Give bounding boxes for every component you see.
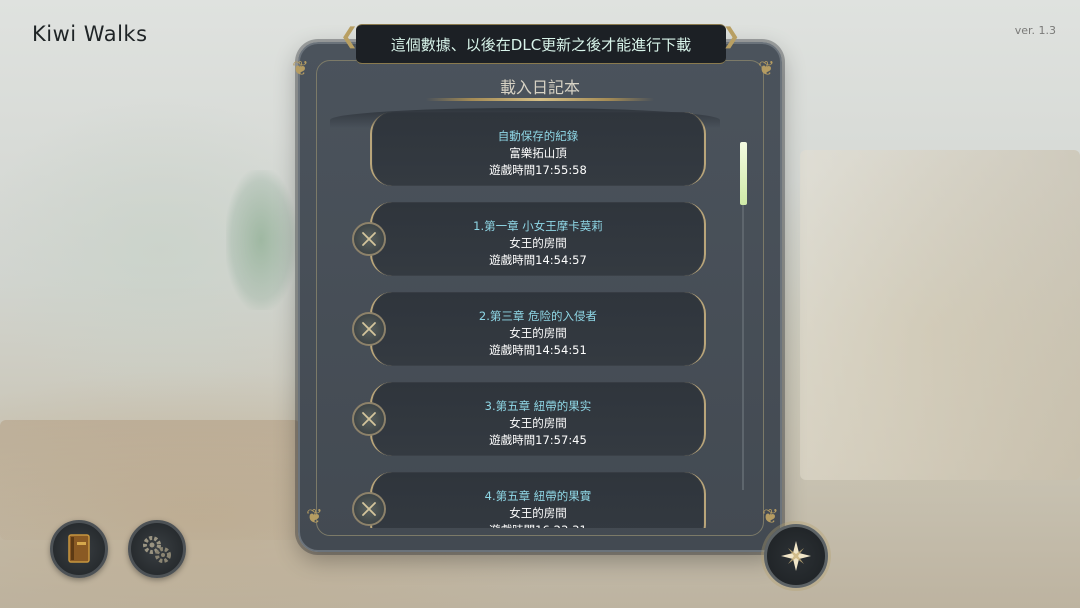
save-chapter: 2.第三章 危险的入侵者 — [478, 309, 598, 323]
save-playtime: 遊戲時間16:23:31 — [372, 522, 704, 528]
corner-ornament-icon: ❦ — [292, 56, 309, 80]
cross-icon — [362, 232, 376, 246]
save-slot[interactable]: 3.第五章 紐帶的果实 女王的房間遊戲時間17:57:45 — [370, 382, 706, 456]
save-location: 女王的房間 — [509, 506, 567, 520]
save-location: 女王的房間 — [509, 326, 567, 340]
scrollbar-thumb[interactable] — [740, 142, 747, 205]
save-slot[interactable]: 2.第三章 危险的入侵者 女王的房間遊戲時間14:54:51 — [370, 292, 706, 366]
banner-ornament-icon: ❮ — [340, 24, 359, 49]
save-playtime: 遊戲時間14:54:57 — [489, 253, 587, 267]
delete-save-button[interactable] — [352, 312, 386, 346]
game-logo: Kiwi Walks — [32, 22, 148, 46]
book-icon — [68, 534, 90, 563]
save-playtime: 遊戲時間17:57:45 — [489, 433, 587, 447]
delete-save-button[interactable] — [352, 402, 386, 436]
gears-icon — [143, 536, 171, 563]
save-chapter: 4.第五章 紐帶的果實 — [484, 489, 592, 503]
save-chapter: 1.第一章 小女王摩卡莫莉 — [473, 219, 603, 233]
cross-icon — [362, 322, 376, 336]
save-playtime: 遊戲時間17:55:58 — [489, 163, 587, 177]
delete-save-button[interactable] — [352, 222, 386, 256]
corner-ornament-icon: ❦ — [758, 56, 775, 80]
panel-title: 載入日記本 — [499, 78, 580, 97]
save-chapter: 自動保存的紀錄 — [497, 129, 579, 143]
save-location: 女王的房間 — [509, 416, 567, 430]
save-chapter: 3.第五章 紐帶的果实 — [484, 399, 592, 413]
notice-text: 這個數據、以後在DLC更新之後才能進行下載 — [390, 36, 692, 54]
background-crystal — [226, 170, 296, 310]
save-slot[interactable]: 4.第五章 紐帶的果實女王的房間遊戲時間16:23:31 — [370, 472, 706, 528]
save-location: 女王的房間 — [509, 236, 567, 250]
save-playtime: 遊戲時間14:54:51 — [489, 343, 587, 357]
version-label: ver. 1.3 — [1014, 24, 1056, 37]
background-cliff — [800, 150, 1080, 480]
dlc-notice-banner: 這個數據、以後在DLC更新之後才能進行下載 — [356, 24, 726, 64]
save-list[interactable]: 自動保存的紀錄 富樂拓山頂遊戲時間17:55:58 1.第一章 小女王摩卡莫莉 女王的… — [330, 108, 730, 528]
delete-save-button[interactable] — [352, 492, 386, 526]
cross-icon — [362, 502, 376, 516]
close-button[interactable] — [764, 524, 828, 588]
save-location: 富樂拓山頂 — [509, 146, 567, 160]
cross-icon — [362, 412, 376, 426]
corner-ornament-icon: ❦ — [762, 504, 779, 528]
title-divider — [426, 98, 654, 101]
settings-button[interactable] — [128, 520, 186, 578]
list-top-shade — [330, 108, 720, 128]
banner-ornament-icon: ❯ — [722, 24, 741, 49]
corner-ornament-icon: ❦ — [306, 504, 323, 528]
compass-close-icon — [781, 541, 811, 571]
journal-button[interactable] — [50, 520, 108, 578]
save-slot[interactable]: 1.第一章 小女王摩卡莫莉 女王的房間遊戲時間14:54:57 — [370, 202, 706, 276]
